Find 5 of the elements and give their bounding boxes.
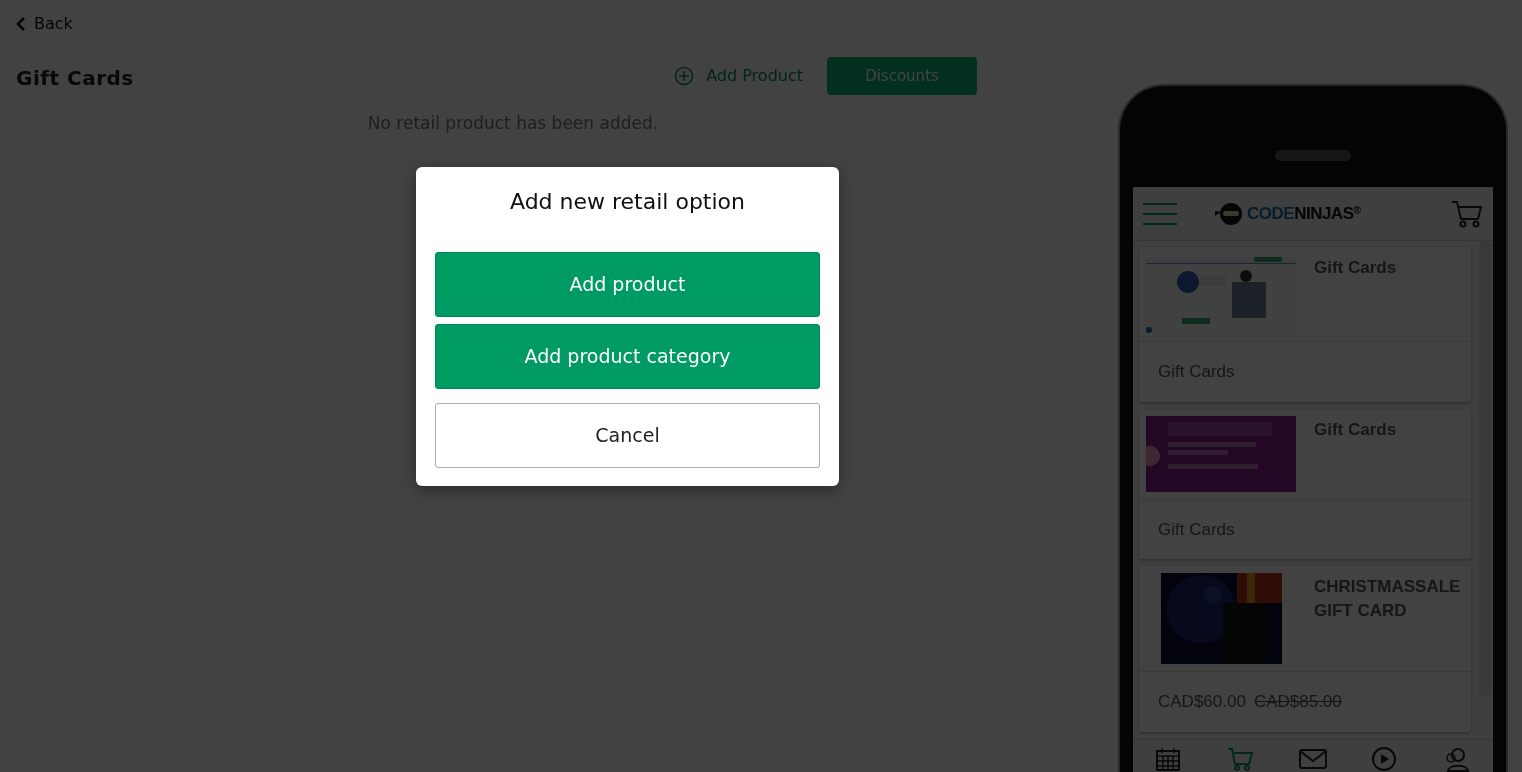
modal-title: Add new retail option — [508, 188, 746, 216]
primary-button[interactable]: Add product — [435, 252, 820, 317]
page-title: Gift Cards — [16, 66, 134, 90]
primary-button[interactable]: Add product category — [435, 324, 820, 389]
cancel-button[interactable]: Cancel — [435, 403, 820, 468]
